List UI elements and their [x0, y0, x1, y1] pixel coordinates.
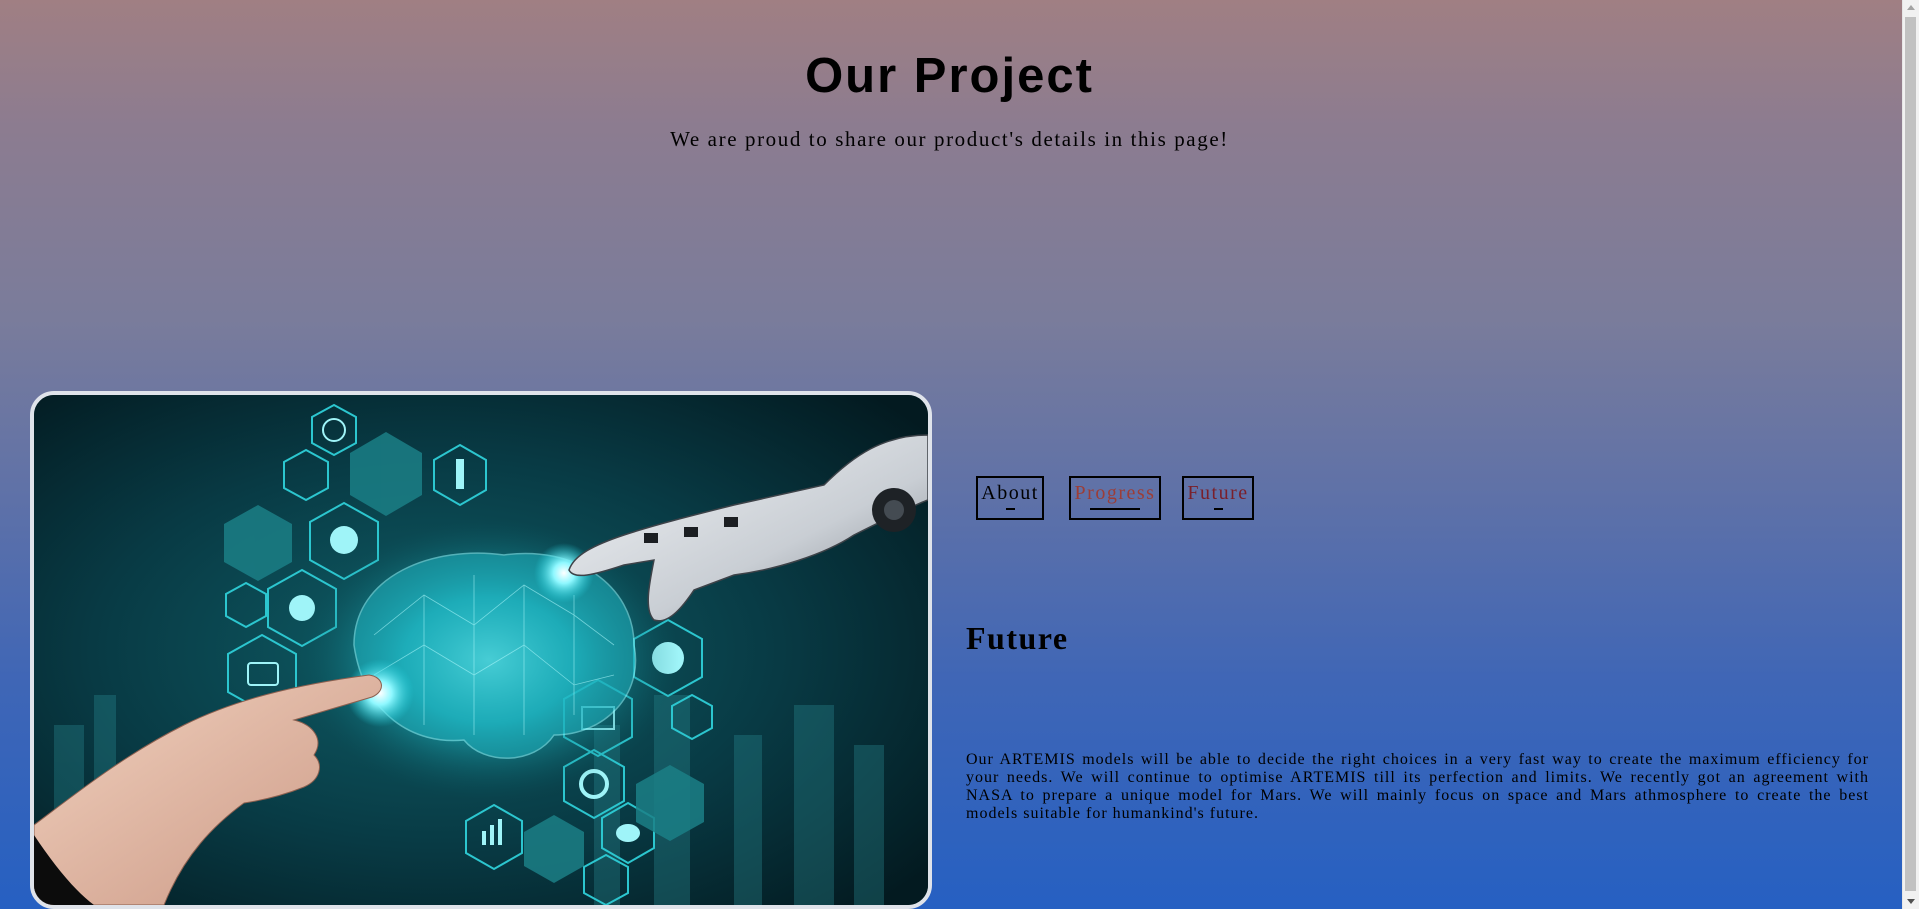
tab-about-underline [1005, 508, 1015, 510]
scroll-up-icon[interactable] [1907, 5, 1915, 10]
section-title: Future [966, 620, 1069, 656]
hero-image [30, 391, 932, 909]
tab-progress-underline [1090, 508, 1140, 510]
scroll-down-icon[interactable] [1907, 899, 1915, 904]
scroll-thumb[interactable] [1905, 17, 1916, 891]
tab-future[interactable]: Future [1182, 476, 1254, 520]
page-title: Our Project [805, 49, 1094, 103]
tab-future-underline [1213, 508, 1223, 510]
tab-future-label: Future [1187, 482, 1249, 504]
tab-progress[interactable]: Progress [1069, 476, 1161, 520]
hero-illustration [34, 395, 928, 905]
page-scrollbar[interactable] [1902, 0, 1919, 909]
tab-progress-label: Progress [1074, 482, 1156, 504]
tab-about-label: About [981, 482, 1039, 504]
tab-about[interactable]: About [976, 476, 1044, 520]
section-body: Our ARTEMIS models will be able to decid… [966, 751, 1869, 822]
page-subtitle: We are proud to share our product's deta… [670, 127, 1229, 151]
